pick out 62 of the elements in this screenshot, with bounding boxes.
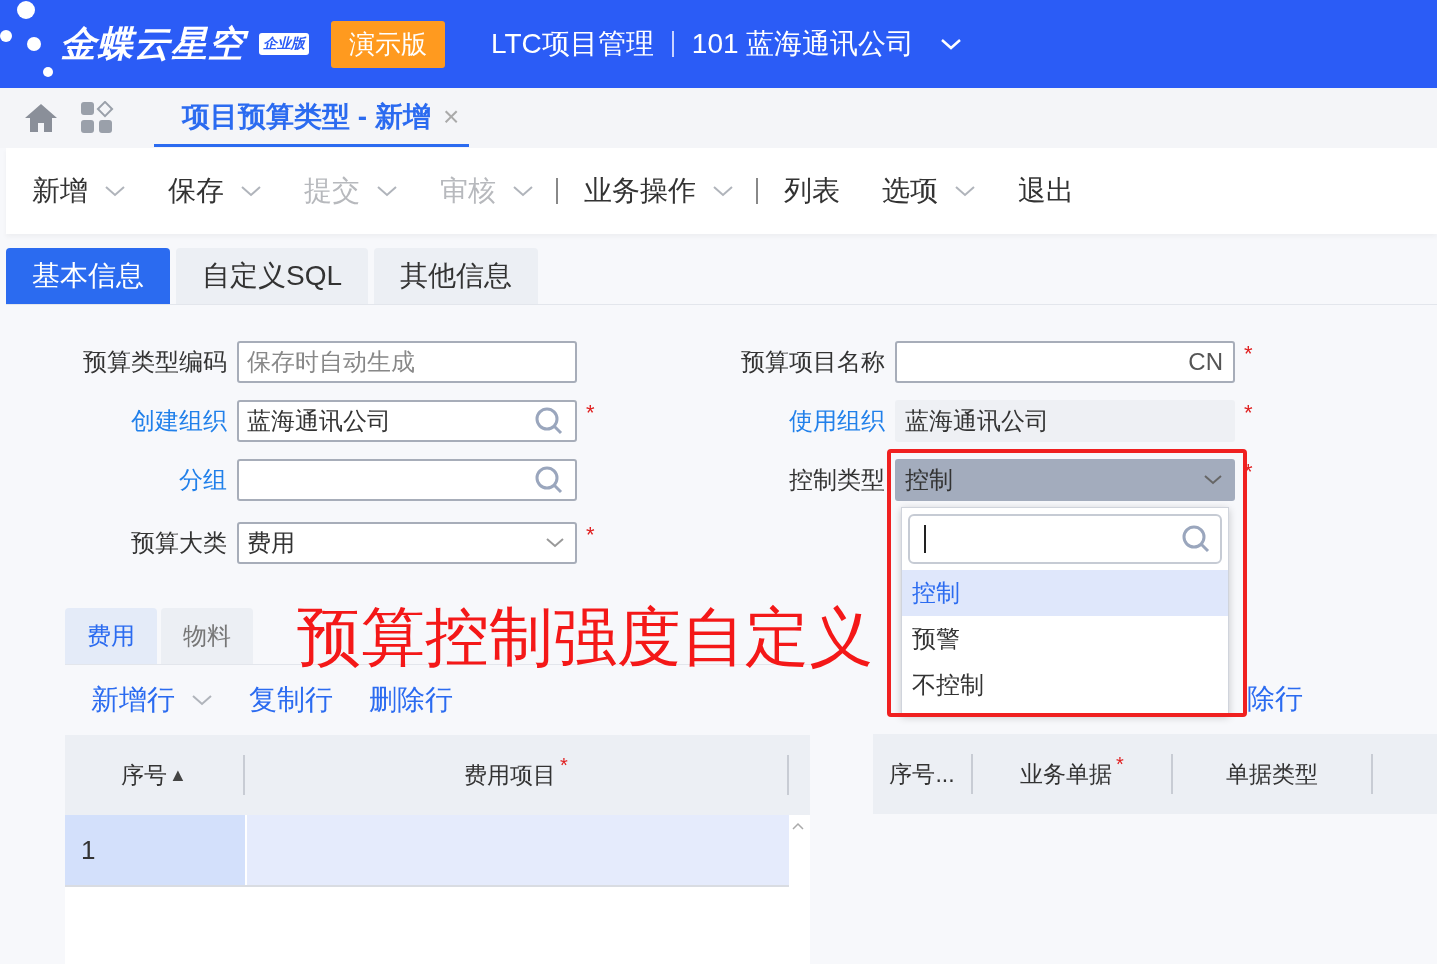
search-icon[interactable] [1180, 523, 1212, 555]
chevron-down-icon[interactable] [940, 37, 963, 51]
column-header[interactable]: 序号 [121, 759, 168, 791]
required-mark: * [560, 755, 568, 775]
form-tab[interactable]: 其他信息 [374, 248, 539, 304]
input-field[interactable]: 蓝海通讯公司 [237, 400, 577, 442]
required-mark: * [586, 522, 595, 548]
product-name[interactable]: LTC项目管理 [491, 25, 654, 63]
scroll-up-icon[interactable] [791, 821, 805, 831]
required-mark: * [1244, 400, 1253, 426]
apps-icon[interactable] [80, 101, 114, 135]
input-field[interactable]: 蓝海通讯公司 [895, 400, 1235, 442]
chevron-down-icon[interactable] [545, 537, 565, 549]
row-action-button[interactable]: 除行 [1247, 680, 1303, 718]
field-label[interactable]: 使用组织 [660, 405, 895, 437]
field-label: 控制类型 [788, 465, 886, 495]
sort-icon[interactable]: ▲ [169, 764, 187, 786]
column-header[interactable]: 费用项目 [464, 759, 557, 791]
field-label: 预算大类 [130, 528, 228, 558]
language-code[interactable]: CN [1188, 348, 1223, 376]
toolbar-button[interactable]: 新增 [32, 172, 126, 210]
column-header[interactable]: 序号... [889, 758, 955, 790]
search-icon[interactable] [533, 464, 565, 496]
dropdown-option[interactable]: 控制 [902, 570, 1228, 616]
dropdown-option[interactable]: 不控制 [902, 662, 1228, 708]
entry-tab[interactable]: 物料 [161, 608, 253, 664]
input-field[interactable]: 保存时自动生成 [237, 341, 577, 383]
field-label: 预算类型编码 [82, 347, 228, 377]
organization-name[interactable]: 101 蓝海通讯公司 [691, 25, 915, 63]
row-action-button[interactable]: 新增行 [91, 681, 213, 719]
toolbar-button[interactable]: 保存 [168, 172, 262, 210]
edition-badge: 企业版 [259, 33, 309, 55]
form-tab[interactable]: 基本信息 [6, 248, 170, 304]
field-label: 预算项目名称 [740, 347, 886, 377]
field-label[interactable]: 创建组织 [0, 405, 237, 437]
field-label[interactable]: 分组 [0, 464, 237, 496]
entry-tab[interactable]: 费用 [65, 608, 157, 664]
toolbar-button[interactable]: 选项 [882, 172, 976, 210]
search-field[interactable] [908, 514, 1222, 564]
input-field[interactable] [237, 459, 577, 501]
logo-dots-icon [0, 0, 56, 80]
annotation-text: 预算控制强度自定义 [297, 600, 873, 675]
input-field[interactable]: CN [895, 341, 1235, 383]
row-action-button[interactable]: 复制行 [249, 681, 333, 719]
toolbar-button[interactable]: 列表 [784, 172, 840, 210]
input-field[interactable]: 控制 [895, 459, 1235, 501]
chevron-down-icon[interactable] [1203, 474, 1223, 486]
column-header[interactable]: 单据类型 [1226, 758, 1318, 790]
form-tab[interactable]: 自定义SQL [176, 248, 369, 304]
home-icon[interactable] [24, 102, 58, 134]
required-mark: * [1244, 341, 1253, 367]
toolbar-button[interactable]: 业务操作 [584, 172, 758, 210]
search-icon[interactable] [533, 405, 565, 437]
required-mark: * [586, 400, 595, 426]
toolbar-button[interactable]: 退出 [1018, 172, 1074, 210]
input-field[interactable]: 费用 [237, 522, 577, 564]
row-action-button[interactable]: 删除行 [369, 681, 453, 719]
dropdown-option[interactable]: 预警 [902, 616, 1228, 662]
demo-badge: 演示版 [331, 20, 445, 68]
column-header[interactable]: 业务单据 [1020, 758, 1113, 790]
required-mark: * [1116, 754, 1124, 774]
table-cell: 1 [65, 815, 245, 885]
